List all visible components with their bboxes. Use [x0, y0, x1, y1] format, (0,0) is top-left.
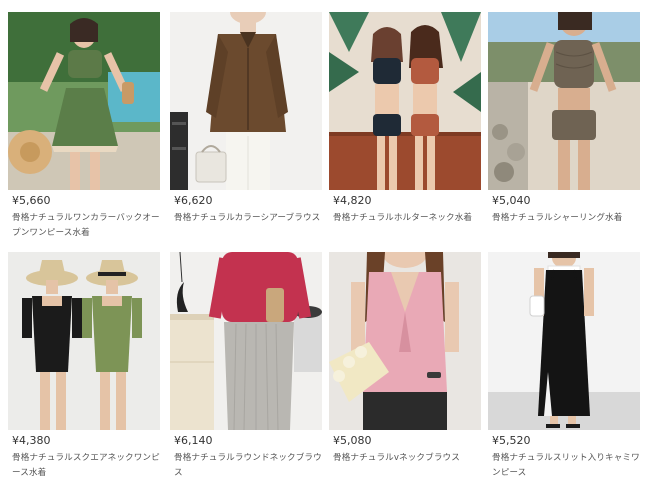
product-image[interactable] [170, 252, 322, 430]
product-name[interactable]: 骨格ナチュラルスクエアネックワンピース水着 [12, 451, 160, 481]
product-price: ¥4,820 [333, 194, 372, 207]
product-name[interactable]: 骨格ナチュラルvネックブラウス [333, 451, 481, 466]
halter-neck-bikini-photo [329, 12, 481, 190]
product-image[interactable] [8, 252, 160, 430]
product-image[interactable] [329, 12, 481, 190]
product-image[interactable] [329, 252, 481, 430]
product-name[interactable]: 骨格ナチュラルホルターネック水着 [333, 211, 481, 226]
product-name[interactable]: 骨格ナチュラルシャーリング水着 [492, 211, 640, 226]
slit-cami-dress-photo [488, 252, 640, 430]
product-grid: ¥5,660 骨格ナチュラルワンカラーバックオープンワンピース水着 ¥6,620… [0, 0, 650, 487]
shirring-swimsuit-photo [488, 12, 640, 190]
product-price: ¥5,660 [12, 194, 51, 207]
product-price: ¥5,040 [492, 194, 531, 207]
product-price: ¥6,620 [174, 194, 213, 207]
product-name[interactable]: 骨格ナチュラルカラーシアーブラウス [174, 211, 322, 226]
product-name[interactable]: 骨格ナチュラルスリット入りキャミワンピース [492, 451, 640, 481]
v-neck-blouse-photo [329, 252, 481, 430]
product-image[interactable] [488, 252, 640, 430]
product-name[interactable]: 骨格ナチュラルワンカラーバックオープンワンピース水着 [12, 211, 160, 241]
product-image[interactable] [170, 12, 322, 190]
brown-sheer-blouse-photo [170, 12, 322, 190]
product-price: ¥5,080 [333, 434, 372, 447]
square-neck-swimsuit-photo [8, 252, 160, 430]
green-skirted-swimsuit-photo [8, 12, 160, 190]
product-name[interactable]: 骨格ナチュラルラウンドネックブラウス [174, 451, 322, 481]
product-image[interactable] [8, 12, 160, 190]
product-price: ¥5,520 [492, 434, 531, 447]
product-price: ¥4,380 [12, 434, 51, 447]
round-neck-blouse-photo [170, 252, 322, 430]
product-price: ¥6,140 [174, 434, 213, 447]
product-image[interactable] [488, 12, 640, 190]
